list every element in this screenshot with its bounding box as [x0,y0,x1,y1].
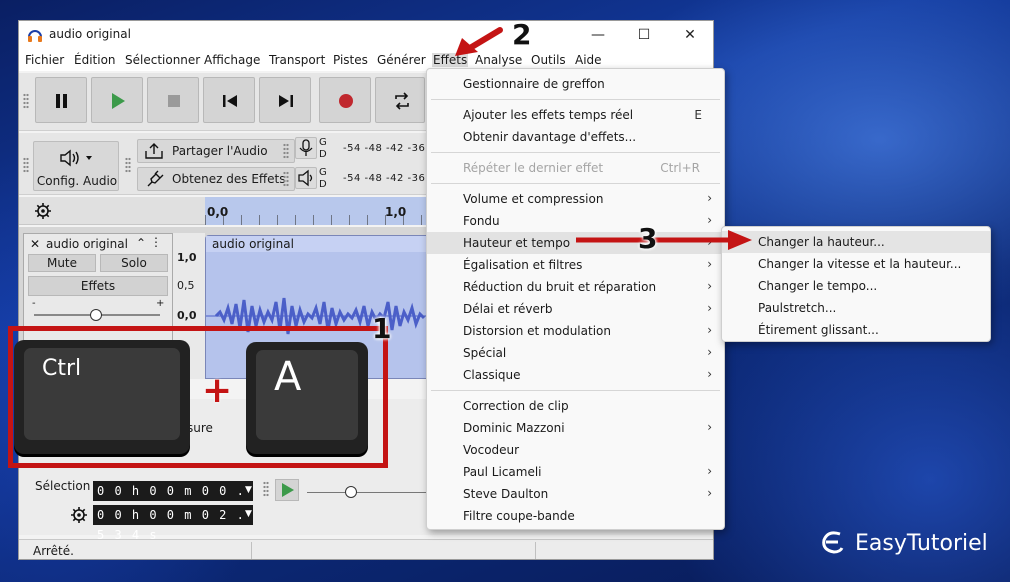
plus-sign: + [202,370,233,411]
ctrl-key-label: Ctrl [42,356,82,381]
annotation-step-1: 1 [372,312,392,345]
easytutoriel-logo-icon [822,531,844,554]
annotation-step-3: 3 [638,222,658,255]
annotation-step-2: 2 [512,18,532,51]
arrow-head-step-3 [728,230,752,250]
a-key: A [246,342,368,454]
brand-text: EasyTutoriel [855,531,988,556]
ctrl-key: Ctrl [14,340,190,454]
a-key-face [256,350,358,440]
easytutoriel-watermark: EasyTutoriel [818,528,988,556]
arrow-step-2 [467,27,503,51]
a-key-label: A [274,354,302,400]
annotation-arrows [455,27,752,250]
